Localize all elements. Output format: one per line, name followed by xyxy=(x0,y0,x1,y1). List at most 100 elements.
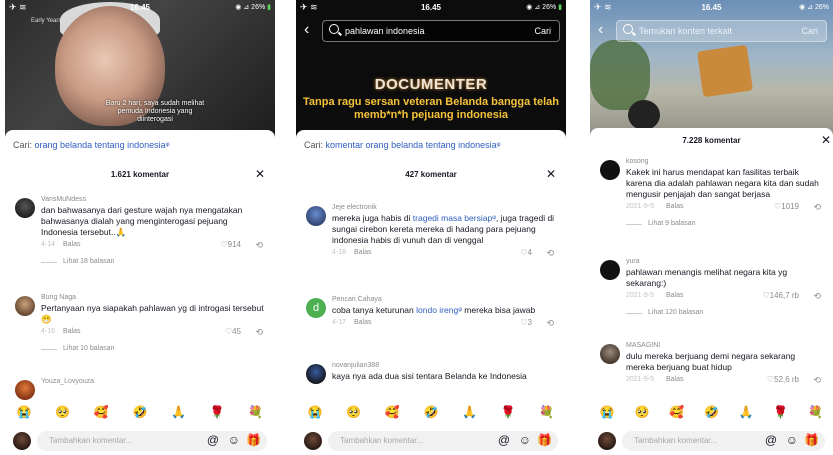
emoji-crying[interactable]: 😭 xyxy=(596,405,618,423)
emoji-laughing[interactable]: 🤣 xyxy=(420,405,442,423)
search-button[interactable]: Cari xyxy=(534,26,551,36)
reply-button[interactable]: Balas xyxy=(354,319,372,326)
comment-username[interactable]: Pencari Cahaya xyxy=(332,296,556,303)
comment-username[interactable]: Youza_Lovyouza xyxy=(41,378,265,385)
emoji-laughing[interactable]: 🤣 xyxy=(129,405,151,423)
back-icon[interactable]: ‹ xyxy=(304,21,309,39)
comment-search-link[interactable]: tragedi masa bersiap xyxy=(413,213,492,223)
comment-date: 2021-9-5 xyxy=(626,203,655,210)
search-input[interactable]: Temukan konten terkait Cari xyxy=(616,20,827,42)
close-icon[interactable]: ✕ xyxy=(821,133,831,147)
emoji-rose[interactable]: 🌹 xyxy=(497,405,519,423)
battery-indicator: ◉ ⊿ 26% ▮ xyxy=(526,4,562,11)
emoji-rose[interactable]: 🌹 xyxy=(206,405,228,423)
emoji-icon[interactable]: ☺ xyxy=(228,433,240,447)
emoji-rose[interactable]: 🌹 xyxy=(770,405,792,423)
like-button[interactable]: ♡146,7 rb xyxy=(762,291,799,300)
emoji-pleading[interactable]: 🥺 xyxy=(343,405,365,423)
emoji-crying[interactable]: 😭 xyxy=(304,405,326,423)
comment-username[interactable]: Jeje electronik xyxy=(332,204,556,211)
emoji-love[interactable]: 🥰 xyxy=(666,405,688,423)
view-replies[interactable]: Lihat 10 balasan xyxy=(41,345,265,352)
emoji-pray[interactable]: 🙏 xyxy=(168,405,190,423)
dislike-icon[interactable]: ⟲ xyxy=(255,327,263,338)
battery-indicator: ◉ ⊿ 26% xyxy=(799,4,829,11)
avatar[interactable] xyxy=(15,296,35,316)
emoji-love[interactable]: 🥰 xyxy=(381,405,403,423)
reply-button[interactable]: Balas xyxy=(666,292,684,299)
emoji-bouquet[interactable]: 💐 xyxy=(245,405,267,423)
comment-username[interactable]: yura xyxy=(626,258,823,265)
comment-input[interactable]: Tambahkan komentar... @ ☺ 🎁 xyxy=(622,431,825,451)
mention-icon[interactable]: @ xyxy=(207,433,219,447)
back-icon[interactable]: ‹ xyxy=(598,21,603,39)
reply-button[interactable]: Balas xyxy=(354,249,372,256)
like-button[interactable]: ♡45 xyxy=(225,327,241,336)
reply-button[interactable]: Balas xyxy=(63,328,81,335)
comment-input[interactable]: Tambahkan komentar... @ ☺ 🎁 xyxy=(328,431,558,451)
emoji-crying[interactable]: 😭 xyxy=(13,405,35,423)
comment-text: dulu mereka berjuang demi negara sekaran… xyxy=(626,351,796,372)
comment-text: kaya nya ada dua sisi tentara Belanda ke… xyxy=(332,371,527,381)
view-replies[interactable]: Lihat 18 balasan xyxy=(41,258,265,265)
video-player[interactable]: Early Years Baru 2 hari, saya sudah meli… xyxy=(5,0,275,140)
avatar[interactable] xyxy=(306,364,326,384)
comment-username[interactable]: novanjulian388 xyxy=(332,362,556,369)
avatar[interactable] xyxy=(306,206,326,226)
related-search[interactable]: Cari: orang belanda tentang indonesiaᵠ xyxy=(13,140,170,150)
emoji-pleading[interactable]: 🥺 xyxy=(631,405,653,423)
avatar[interactable] xyxy=(15,198,35,218)
avatar[interactable] xyxy=(600,160,620,180)
related-search[interactable]: Cari: komentar orang belanda tentang ind… xyxy=(304,140,501,150)
comment-date: 4-18 xyxy=(332,249,347,256)
gift-icon[interactable]: 🎁 xyxy=(246,433,261,447)
like-button[interactable]: ♡4 xyxy=(520,248,532,257)
comment-input[interactable]: Tambahkan komentar... @ ☺ 🎁 xyxy=(37,431,267,451)
comment-date: 4-14 xyxy=(41,241,56,248)
comment-username[interactable]: VansMuNdess xyxy=(41,196,265,203)
dislike-icon[interactable]: ⟲ xyxy=(813,202,821,213)
view-replies[interactable]: Lihat 120 balasan xyxy=(626,309,823,316)
gift-icon[interactable]: 🎁 xyxy=(537,433,552,447)
mention-icon[interactable]: @ xyxy=(498,433,510,447)
like-count: 52,6 rb xyxy=(774,375,799,384)
reply-button[interactable]: Balas xyxy=(666,376,684,383)
comment-search-link[interactable]: londo ireng xyxy=(416,305,458,315)
search-input[interactable]: pahlawan indonesia Cari xyxy=(322,20,560,42)
like-button[interactable]: ♡3 xyxy=(520,318,532,327)
status-bar: ✈ ≋ 16.45 ◉ ⊿ 26% ▮ xyxy=(5,0,275,16)
emoji-icon[interactable]: ☺ xyxy=(786,433,798,447)
emoji-pleading[interactable]: 🥺 xyxy=(52,405,74,423)
search-button[interactable]: Cari xyxy=(801,26,818,36)
reply-button[interactable]: Balas xyxy=(666,203,684,210)
comment-username[interactable]: MASAGINI xyxy=(626,342,823,349)
avatar[interactable] xyxy=(15,380,35,400)
avatar[interactable] xyxy=(600,260,620,280)
emoji-love[interactable]: 🥰 xyxy=(90,405,112,423)
like-button[interactable]: ♡914 xyxy=(220,240,241,249)
emoji-laughing[interactable]: 🤣 xyxy=(700,405,722,423)
emoji-pray[interactable]: 🙏 xyxy=(459,405,481,423)
emoji-bouquet[interactable]: 💐 xyxy=(536,405,558,423)
mention-icon[interactable]: @ xyxy=(765,433,777,447)
comment-item: MASAGINI dulu mereka berjuang demi negar… xyxy=(600,342,823,398)
dislike-icon[interactable]: ⟲ xyxy=(546,248,554,259)
comment-username[interactable]: Bung Naga xyxy=(41,294,265,301)
emoji-bouquet[interactable]: 💐 xyxy=(805,405,827,423)
like-button[interactable]: ♡52,6 rb xyxy=(767,375,799,384)
like-button[interactable]: ♡1019 xyxy=(774,202,799,211)
dislike-icon[interactable]: ⟲ xyxy=(813,291,821,302)
emoji-icon[interactable]: ☺ xyxy=(519,433,531,447)
reply-button[interactable]: Balas xyxy=(63,241,81,248)
emoji-pray[interactable]: 🙏 xyxy=(735,405,757,423)
avatar[interactable]: d xyxy=(306,298,326,318)
avatar[interactable] xyxy=(600,344,620,364)
comment-username[interactable]: kosong xyxy=(626,158,823,165)
view-replies[interactable]: Lihat 9 balasan xyxy=(626,220,823,227)
gift-icon[interactable]: 🎁 xyxy=(804,433,819,447)
dislike-icon[interactable]: ⟲ xyxy=(255,240,263,251)
close-icon[interactable]: ✕ xyxy=(255,167,265,181)
dislike-icon[interactable]: ⟲ xyxy=(546,318,554,329)
dislike-icon[interactable]: ⟲ xyxy=(813,375,821,386)
close-icon[interactable]: ✕ xyxy=(546,167,556,181)
